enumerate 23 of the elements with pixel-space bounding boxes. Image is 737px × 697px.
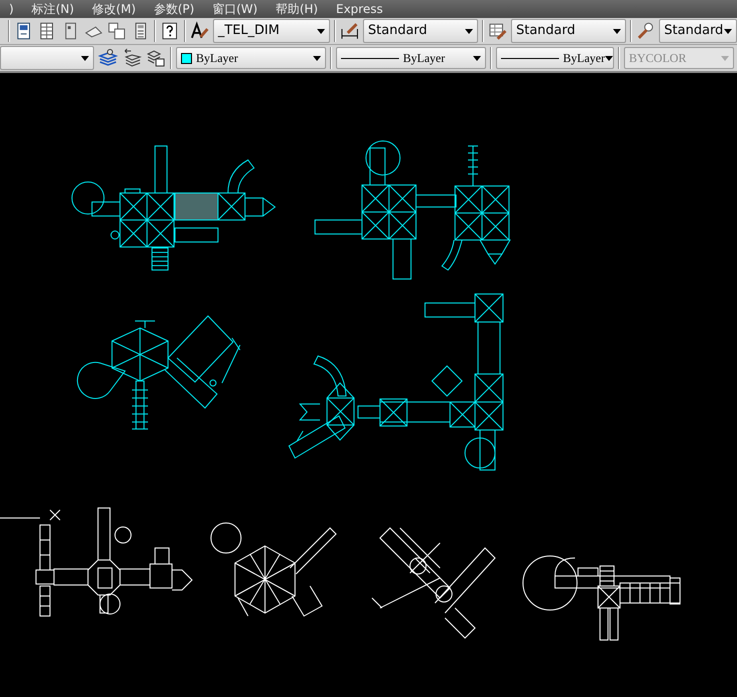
text-style-dropdown[interactable]: _TEL_DIM (213, 19, 330, 43)
color-dropdown[interactable]: ByLayer (176, 47, 326, 69)
menu-item[interactable]: 参数(P) (144, 0, 204, 18)
menu-item[interactable]: 帮助(H) (266, 0, 327, 18)
menu-item[interactable]: 标注(N) (22, 0, 84, 18)
text-style-icon[interactable] (190, 21, 209, 41)
layer-previous-icon[interactable] (122, 48, 142, 68)
table-style-dropdown[interactable]: Standard (511, 19, 626, 43)
menu-item[interactable]: 窗口(W) (203, 0, 267, 18)
menu-item[interactable]: ) (0, 0, 23, 18)
layer-states-icon[interactable] (146, 48, 166, 68)
help-icon[interactable] (160, 21, 180, 41)
menu-item[interactable]: Express (326, 0, 392, 18)
dimension-style-icon[interactable] (340, 21, 360, 41)
sheet-set-icon[interactable] (107, 21, 127, 41)
linetype-dropdown[interactable]: ByLayer (336, 47, 486, 69)
layers-icon[interactable] (98, 48, 118, 68)
table-style-icon[interactable] (488, 21, 508, 41)
menu-item[interactable]: 修改(M) (83, 0, 145, 18)
multileader-style-dropdown[interactable]: Standard (659, 19, 737, 43)
dimension-style-dropdown[interactable]: Standard (363, 19, 478, 43)
lineweight-dropdown[interactable]: ByLayer (496, 47, 614, 69)
multileader-style-icon[interactable] (636, 21, 656, 41)
